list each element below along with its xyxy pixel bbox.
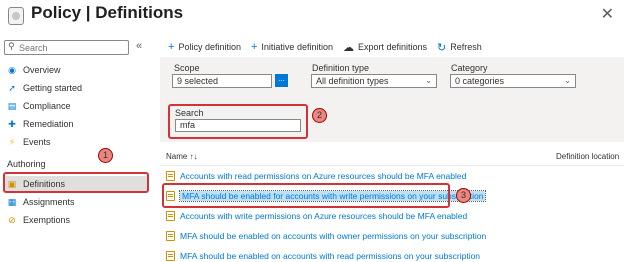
definition-type-dropdown[interactable]: All definition types ⌄ [311, 74, 437, 88]
initiative-definition-label: Initiative definition [261, 42, 333, 52]
callout-3: 3 [456, 188, 471, 203]
scope-picker-button[interactable]: ... [275, 74, 288, 87]
row-name-link[interactable]: MFA should be enabled on accounts with r… [180, 251, 480, 261]
exemptions-icon: ⊘ [8, 214, 16, 225]
row-name-link[interactable]: MFA should be enabled on accounts with o… [180, 231, 486, 241]
lightning-icon: ⚡ [8, 136, 16, 147]
scope-label: Scope [174, 63, 200, 73]
main-content: + Policy definition + Initiative definit… [160, 32, 624, 262]
definition-type-label: Definition type [312, 63, 370, 73]
remediation-icon: ✚ [8, 118, 16, 129]
initiative-definition-button[interactable]: + Initiative definition [251, 41, 333, 53]
search-icon: ⚲ [8, 41, 15, 51]
export-definitions-label: Export definitions [357, 42, 428, 52]
table-row[interactable]: MFA should be enabled on accounts with o… [160, 226, 624, 246]
column-header-definition-location[interactable]: Definition location [556, 152, 619, 161]
rocket-icon: ➚ [8, 82, 16, 93]
compliance-icon: ▤ [7, 100, 17, 111]
more-options-icon[interactable]: ··· [162, 4, 173, 16]
column-header-name[interactable]: Name ↑↓ [166, 152, 198, 161]
sidebar-item-label: Events [23, 137, 51, 147]
sidebar-item-exemptions[interactable]: ⊘ Exemptions [4, 212, 148, 228]
sidebar-item-getting-started[interactable]: ➚ Getting started [4, 80, 148, 96]
sidebar-item-events[interactable]: ⚡ Events [4, 134, 148, 150]
policy-definition-icon [166, 251, 175, 261]
sidebar-item-label: Overview [23, 65, 61, 75]
page-title: Policy | Definitions [31, 3, 184, 22]
callout-1: 1 [98, 148, 113, 163]
scope-value: 9 selected [177, 76, 219, 86]
sidebar-search[interactable]: ⚲ [4, 40, 129, 55]
policy-definition-label: Policy definition [178, 42, 241, 52]
policy-definition-icon [166, 231, 175, 241]
refresh-button[interactable]: ↻ Refresh [437, 41, 482, 54]
sidebar: ⚲ « ◉ Overview ➚ Getting started ▤ Compl… [0, 32, 152, 262]
cloud-export-icon: ☁ [342, 41, 354, 54]
sidebar-item-overview[interactable]: ◉ Overview [4, 62, 148, 78]
table-row[interactable]: Accounts with write permissions on Azure… [160, 206, 624, 226]
definition-type-value: All definition types [316, 76, 389, 86]
sidebar-item-label: Compliance [23, 101, 71, 111]
sidebar-item-compliance[interactable]: ▤ Compliance [4, 98, 148, 114]
policy-definition-button[interactable]: + Policy definition [168, 41, 241, 53]
close-icon[interactable]: ✕ [601, 4, 614, 24]
sidebar-item-label: Remediation [23, 119, 74, 129]
plus-icon: + [250, 41, 258, 53]
row-name-link[interactable]: Accounts with write permissions on Azure… [180, 211, 467, 221]
category-label: Category [451, 63, 488, 73]
category-value: 0 categories [455, 76, 505, 86]
category-dropdown[interactable]: 0 categories ⌄ [450, 74, 576, 88]
export-definitions-button[interactable]: ☁ Export definitions [343, 41, 427, 54]
sidebar-item-remediation[interactable]: ✚ Remediation [4, 116, 148, 132]
table-row[interactable]: MFA should be enabled on accounts with r… [160, 246, 624, 262]
collapse-sidebar-icon[interactable]: « [136, 40, 142, 52]
highlight-selected-row [162, 183, 450, 208]
sidebar-item-label: Exemptions [23, 215, 71, 225]
chevron-down-icon: ⌄ [564, 76, 571, 85]
chevron-down-icon: ⌄ [425, 76, 432, 85]
refresh-icon: ↻ [437, 41, 447, 54]
plus-icon: + [168, 41, 175, 53]
highlight-search [168, 104, 308, 139]
toolbar: + Policy definition + Initiative definit… [168, 39, 492, 55]
policy-icon [8, 7, 24, 25]
sidebar-item-assignments[interactable]: ▦ Assignments [4, 194, 148, 210]
blade-header: Policy | Definitions ··· ✕ [0, 0, 624, 32]
sidebar-item-label: Assignments [23, 197, 75, 207]
policy-definition-icon [166, 211, 175, 221]
callout-2: 2 [312, 108, 327, 123]
scope-field[interactable]: 9 selected [172, 74, 272, 88]
overview-icon: ◉ [8, 64, 16, 75]
sidebar-search-input[interactable] [19, 41, 127, 54]
sidebar-item-label: Getting started [23, 83, 83, 93]
assignments-icon: ▦ [7, 196, 17, 207]
row-name-link[interactable]: Accounts with read permissions on Azure … [180, 171, 466, 181]
refresh-label: Refresh [450, 42, 482, 52]
section-authoring: Authoring [7, 159, 46, 169]
highlight-definitions [3, 172, 149, 193]
policy-definition-icon [166, 171, 175, 181]
